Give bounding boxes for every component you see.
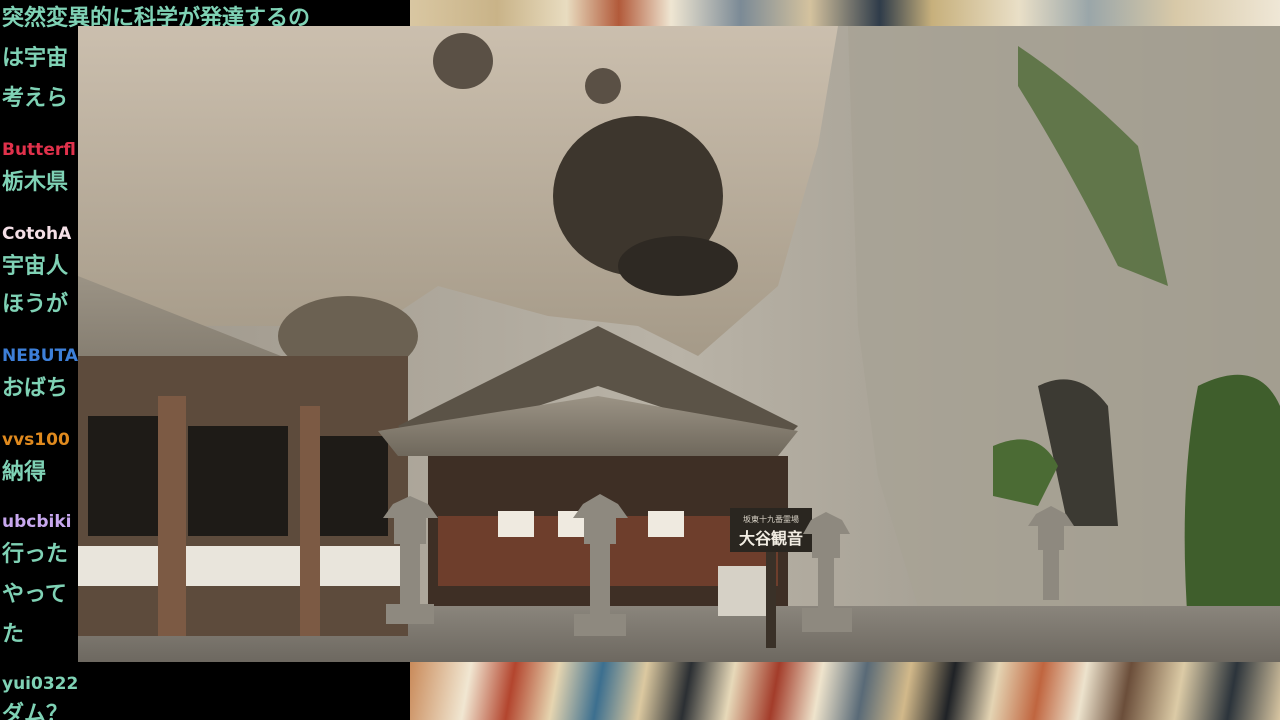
chat-username: yui0322 bbox=[2, 674, 79, 694]
chat-message: やって bbox=[2, 582, 67, 607]
chat-message: 行った bbox=[2, 542, 69, 567]
background-collage-bottom bbox=[410, 662, 1280, 720]
chat-message: おばち bbox=[2, 376, 69, 401]
chat-message: た bbox=[2, 622, 25, 647]
chat-message: ダム？ bbox=[2, 702, 69, 720]
chat-message: 栃木県 bbox=[2, 170, 69, 195]
chat-username: vvs100 bbox=[2, 430, 70, 450]
background-collage-top bbox=[410, 0, 1280, 26]
chat-username: ubcbiki bbox=[2, 512, 72, 532]
temple-sign-text: 大谷観音 bbox=[739, 529, 803, 548]
chat-message: 宇宙人 bbox=[2, 254, 69, 279]
chat-message: 考えら bbox=[2, 86, 69, 111]
chat-message: は宇宙 bbox=[2, 46, 69, 71]
temple-photo: 大谷観音 坂東十九番霊場 bbox=[78, 26, 1280, 662]
chat-message: ほうが bbox=[2, 292, 69, 317]
chat-username: NEBUTA bbox=[2, 346, 79, 366]
chat-username: Butterfl bbox=[2, 140, 76, 160]
chat-message: 納得 bbox=[2, 460, 47, 485]
temple-sign-subtext: 坂東十九番霊場 bbox=[743, 514, 799, 524]
chat-username: CotohA bbox=[2, 224, 72, 244]
